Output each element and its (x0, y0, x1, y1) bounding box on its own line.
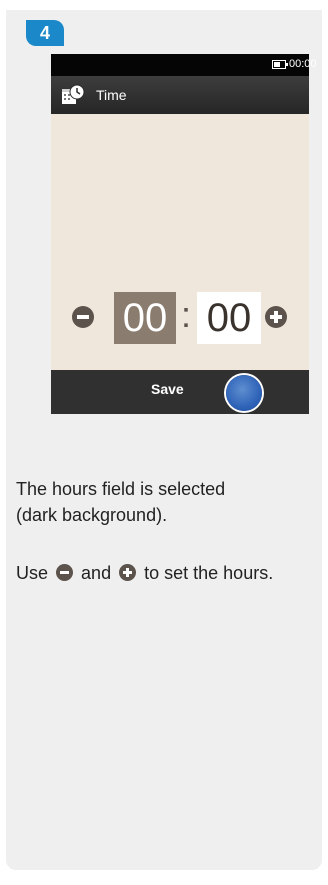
time-setting-area: 00 : 00 (51, 114, 309, 370)
plus-icon[interactable] (265, 306, 287, 328)
time-separator: : (181, 294, 192, 335)
title-bar: Time (51, 76, 309, 114)
instruction-line: (dark background). (16, 505, 168, 525)
instruction-line: The hours field is selected (16, 479, 226, 499)
battery-icon (272, 60, 288, 69)
status-bar: 00:00 (51, 54, 317, 76)
instruction-suffix: to set the hours. (144, 563, 274, 583)
minus-icon[interactable] (72, 306, 94, 328)
instruction-text-2: Use and to set the hours. (16, 560, 273, 586)
minus-icon (56, 564, 74, 581)
save-button[interactable]: Save (151, 381, 184, 397)
screen-title: Time (96, 87, 127, 103)
instruction-middle: and (81, 563, 112, 583)
minutes-field[interactable]: 00 (197, 292, 261, 344)
step-badge: 4 (26, 20, 64, 46)
status-clock: 00:00 (289, 58, 317, 70)
bottom-bar: Save (51, 370, 309, 414)
hours-field[interactable]: 00 (114, 292, 176, 344)
touch-indicator-icon (226, 375, 262, 411)
calendar-clock-icon (62, 84, 85, 104)
instruction-text-1: The hours field is selected (dark backgr… (16, 476, 225, 528)
device-screen: 00:00 Time 00 : 00 Save (51, 54, 317, 414)
plus-icon (119, 564, 137, 581)
instruction-prefix: Use (16, 563, 49, 583)
instruction-card: 4 00:00 Time 00: 00 Save The hours fiel… (6, 10, 322, 870)
